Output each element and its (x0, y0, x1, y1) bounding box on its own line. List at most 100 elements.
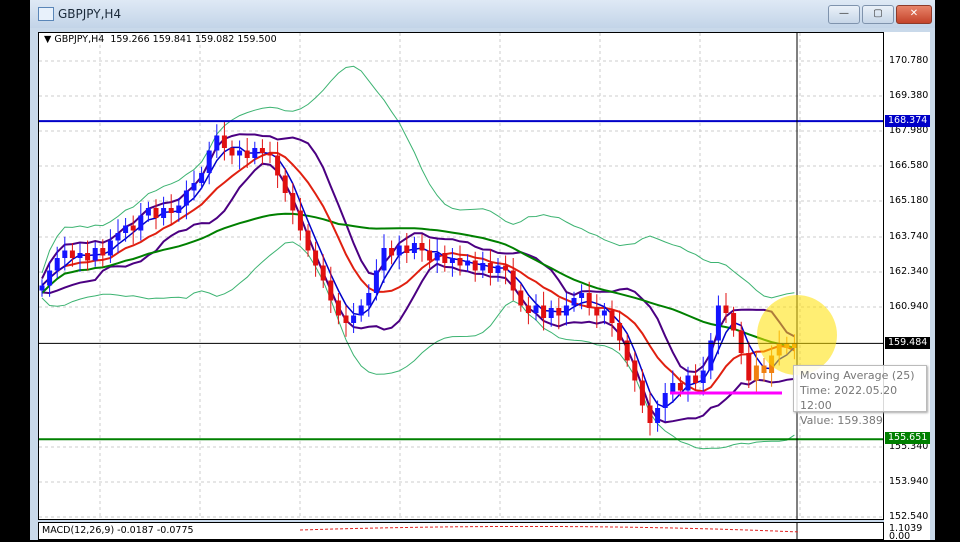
candle-body (746, 353, 752, 381)
macd-label: MACD(12,26,9) -0.0187 -0.0775 (42, 525, 194, 536)
candle-body (419, 243, 425, 251)
axis-tick-label: 160.940 (889, 301, 929, 312)
candle-body (47, 270, 53, 286)
candle-body (472, 260, 478, 271)
candle-body (708, 340, 714, 371)
candle-body (100, 248, 106, 256)
candle-body (427, 250, 433, 261)
candle-body (229, 148, 235, 156)
header-low: 159.082 (195, 34, 235, 45)
candle-body (191, 183, 197, 191)
candle-body (411, 243, 417, 253)
candle-body (396, 245, 402, 256)
candle-body (252, 148, 258, 158)
candle-body (662, 393, 668, 408)
candle-body (130, 225, 136, 231)
header-high: 159.841 (152, 34, 192, 45)
candle-body (655, 408, 661, 423)
cursor-highlight (757, 295, 837, 375)
axis-tick-label: 152.540 (889, 511, 929, 522)
candle-body (358, 305, 364, 316)
tooltip-time: Time: 2022.05.20 12:00 (800, 384, 898, 412)
candle-body (351, 315, 357, 323)
candle-body (275, 155, 281, 176)
candle-body (639, 380, 645, 406)
candle-body (753, 365, 759, 381)
candle-body (115, 233, 121, 241)
candle-body (510, 270, 516, 291)
candle-body (153, 208, 159, 218)
candle-body (677, 383, 683, 391)
candle-body (442, 253, 448, 263)
candle-body (313, 250, 319, 266)
axis-tick-label: 163.740 (889, 231, 929, 242)
candle-body (761, 365, 767, 373)
candle-body (77, 253, 83, 258)
candle-body (594, 308, 600, 316)
candle-body (335, 300, 341, 316)
candle-body (62, 250, 68, 258)
candle-body (290, 193, 296, 211)
candle-body (586, 293, 592, 308)
indicator-tooltip: Moving Average (25) Time: 2022.05.20 12:… (793, 365, 927, 427)
candle-body (617, 323, 623, 341)
macd-axis-zero: 0.00 (889, 531, 911, 542)
candle-body (503, 265, 509, 271)
axis-tick-label: 153.940 (889, 476, 929, 487)
resistance-price-tag: 168.374 (885, 115, 931, 127)
candle-body (457, 258, 463, 266)
candle-body (199, 173, 205, 183)
axis-tick-label: 169.380 (889, 90, 929, 101)
candle-body (138, 215, 144, 231)
candle-body (404, 245, 410, 253)
candle-body (145, 208, 151, 216)
candle-body (609, 310, 615, 323)
candle-body (183, 190, 189, 206)
candle-body (495, 265, 501, 273)
candle-body (480, 263, 486, 271)
candle-body (434, 253, 440, 261)
dropdown-arrow-icon[interactable]: ▼ (44, 34, 51, 45)
axis-tick-label: 170.780 (889, 55, 929, 66)
candle-body (548, 308, 554, 318)
candle-body (39, 285, 45, 291)
plot-layer (39, 33, 883, 519)
candle-body (533, 305, 539, 313)
candle-body (107, 240, 113, 256)
support-price-tag: 155.651 (885, 432, 931, 444)
candle-body (92, 248, 98, 261)
candle-body (123, 225, 129, 233)
header-symbol: GBPJPY,H4 (54, 34, 105, 45)
candle-body (579, 293, 585, 298)
candle-body (161, 208, 167, 218)
axis-tick-label: 165.180 (889, 195, 929, 206)
candle-body (320, 265, 326, 281)
candle-body (381, 248, 387, 271)
candle-body (69, 250, 75, 258)
axis-tick-label: 166.580 (889, 160, 929, 171)
candle-body (389, 248, 395, 256)
candle-body (723, 305, 729, 313)
candle-body (700, 370, 706, 383)
candle-body (632, 360, 638, 381)
axis-tick-label: 162.340 (889, 266, 929, 277)
chart-header: ▼ GBPJPY,H4 159.266 159.841 159.082 159.… (44, 34, 277, 45)
candle-body (282, 175, 288, 193)
tooltip-title: Moving Average (25) (800, 369, 915, 382)
candle-body (685, 375, 691, 391)
current-price-tag: 159.484 (885, 337, 931, 349)
candle-body (541, 305, 547, 318)
candle-body (465, 260, 471, 266)
candle-body (373, 270, 379, 293)
tooltip-value: Value: 159.389 (800, 414, 883, 427)
outer-band-upper (41, 65, 795, 299)
candle-body (525, 305, 531, 313)
candle-body (715, 305, 721, 341)
candle-body (518, 290, 524, 306)
candle-body (237, 150, 243, 156)
candle-body (328, 280, 334, 301)
candle-body (168, 208, 174, 213)
candle-body (221, 135, 227, 148)
candle-body (259, 148, 265, 153)
candle-body (571, 298, 577, 306)
